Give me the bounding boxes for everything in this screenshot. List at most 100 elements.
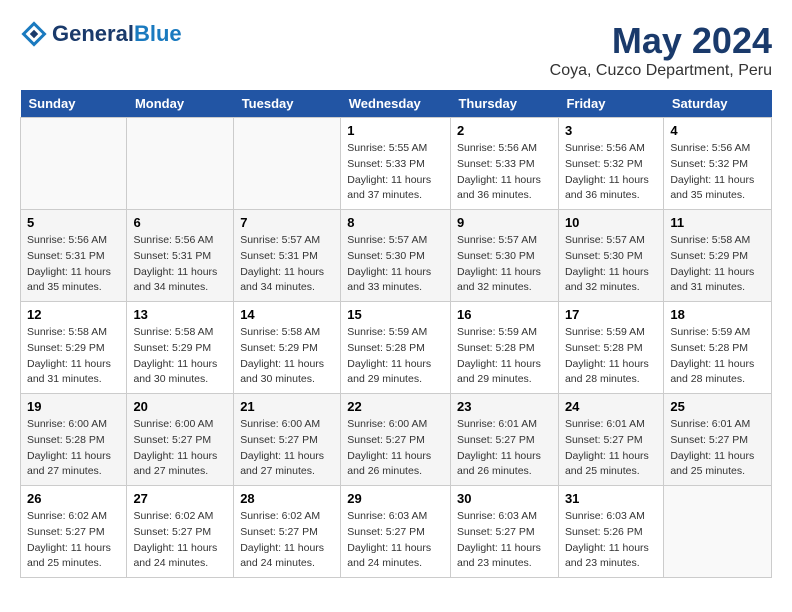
day-number: 2 xyxy=(457,123,552,138)
calendar-cell: 11Sunrise: 5:58 AMSunset: 5:29 PMDayligh… xyxy=(664,210,772,302)
calendar-cell: 24 Sunrise: 6:01 AMSunset: 5:27 PMDayligh… xyxy=(558,394,663,486)
calendar-cell: 3 Sunrise: 5:56 AMSunset: 5:32 PMDaylight… xyxy=(558,118,663,210)
calendar-cell xyxy=(234,118,341,210)
calendar-body: 1 Sunrise: 5:55 AMSunset: 5:33 PMDaylight… xyxy=(21,118,772,578)
calendar-cell xyxy=(664,486,772,578)
day-info: Sunrise: 5:56 AMSunset: 5:32 PMDaylight:… xyxy=(670,141,765,204)
day-number: 11 xyxy=(670,215,765,230)
day-info: Sunrise: 5:57 AMSunset: 5:30 PMDaylight:… xyxy=(457,233,552,296)
day-number: 24 xyxy=(565,399,657,414)
day-of-week-header: Saturday xyxy=(664,90,772,118)
calendar-cell: 20 Sunrise: 6:00 AMSunset: 5:27 PMDayligh… xyxy=(127,394,234,486)
day-info: Sunrise: 6:03 AMSunset: 5:27 PMDaylight:… xyxy=(457,509,552,572)
day-number: 20 xyxy=(133,399,227,414)
day-info: Sunrise: 5:55 AMSunset: 5:33 PMDaylight:… xyxy=(347,141,444,204)
day-number: 23 xyxy=(457,399,552,414)
day-info: Sunrise: 6:02 AMSunset: 5:27 PMDaylight:… xyxy=(133,509,227,572)
day-info: Sunrise: 5:59 AMSunset: 5:28 PMDaylight:… xyxy=(565,325,657,388)
day-info: Sunrise: 6:00 AMSunset: 5:27 PMDaylight:… xyxy=(133,417,227,480)
logo: GeneralBlue xyxy=(20,20,182,48)
calendar-cell: 12 Sunrise: 5:58 AMSunset: 5:29 PMDayligh… xyxy=(21,302,127,394)
day-number: 4 xyxy=(670,123,765,138)
calendar-cell: 7 Sunrise: 5:57 AMSunset: 5:31 PMDaylight… xyxy=(234,210,341,302)
location: Coya, Cuzco Department, Peru xyxy=(550,62,772,80)
day-number: 15 xyxy=(347,307,444,322)
calendar-cell: 2Sunrise: 5:56 AMSunset: 5:33 PMDaylight… xyxy=(450,118,558,210)
calendar-week-row: 12 Sunrise: 5:58 AMSunset: 5:29 PMDayligh… xyxy=(21,302,772,394)
calendar-cell xyxy=(127,118,234,210)
day-of-week-header: Thursday xyxy=(450,90,558,118)
day-info: Sunrise: 6:01 AMSunset: 5:27 PMDaylight:… xyxy=(565,417,657,480)
page-header: GeneralBlue May 2024 Coya, Cuzco Departm… xyxy=(20,20,772,80)
day-of-week-header: Tuesday xyxy=(234,90,341,118)
day-number: 30 xyxy=(457,491,552,506)
day-info: Sunrise: 6:00 AMSunset: 5:28 PMDaylight:… xyxy=(27,417,120,480)
calendar-week-row: 5Sunrise: 5:56 AMSunset: 5:31 PMDaylight… xyxy=(21,210,772,302)
day-number: 14 xyxy=(240,307,334,322)
day-number: 6 xyxy=(133,215,227,230)
day-info: Sunrise: 5:57 AMSunset: 5:31 PMDaylight:… xyxy=(240,233,334,296)
day-number: 22 xyxy=(347,399,444,414)
day-number: 31 xyxy=(565,491,657,506)
day-number: 25 xyxy=(670,399,765,414)
calendar-header-row: SundayMondayTuesdayWednesdayThursdayFrid… xyxy=(21,90,772,118)
calendar-cell: 22 Sunrise: 6:00 AMSunset: 5:27 PMDayligh… xyxy=(341,394,451,486)
day-info: Sunrise: 6:02 AMSunset: 5:27 PMDaylight:… xyxy=(240,509,334,572)
day-info: Sunrise: 5:58 AMSunset: 5:29 PMDaylight:… xyxy=(27,325,120,388)
day-number: 12 xyxy=(27,307,120,322)
calendar-cell: 10 Sunrise: 5:57 AMSunset: 5:30 PMDayligh… xyxy=(558,210,663,302)
calendar-cell: 8 Sunrise: 5:57 AMSunset: 5:30 PMDaylight… xyxy=(341,210,451,302)
day-number: 17 xyxy=(565,307,657,322)
calendar-cell: 14 Sunrise: 5:58 AMSunset: 5:29 PMDayligh… xyxy=(234,302,341,394)
title-block: May 2024 Coya, Cuzco Department, Peru xyxy=(550,20,772,80)
day-number: 8 xyxy=(347,215,444,230)
day-number: 29 xyxy=(347,491,444,506)
day-number: 26 xyxy=(27,491,120,506)
calendar-week-row: 1 Sunrise: 5:55 AMSunset: 5:33 PMDaylight… xyxy=(21,118,772,210)
calendar-cell: 13Sunrise: 5:58 AMSunset: 5:29 PMDayligh… xyxy=(127,302,234,394)
day-info: Sunrise: 6:01 AMSunset: 5:27 PMDaylight:… xyxy=(670,417,765,480)
day-number: 1 xyxy=(347,123,444,138)
day-number: 3 xyxy=(565,123,657,138)
day-number: 5 xyxy=(27,215,120,230)
day-number: 21 xyxy=(240,399,334,414)
day-of-week-header: Friday xyxy=(558,90,663,118)
calendar-cell: 5Sunrise: 5:56 AMSunset: 5:31 PMDaylight… xyxy=(21,210,127,302)
day-number: 18 xyxy=(670,307,765,322)
day-number: 27 xyxy=(133,491,227,506)
day-number: 7 xyxy=(240,215,334,230)
calendar-cell: 17 Sunrise: 5:59 AMSunset: 5:28 PMDayligh… xyxy=(558,302,663,394)
day-info: Sunrise: 6:01 AMSunset: 5:27 PMDaylight:… xyxy=(457,417,552,480)
calendar-cell: 4 Sunrise: 5:56 AMSunset: 5:32 PMDaylight… xyxy=(664,118,772,210)
calendar-week-row: 26 Sunrise: 6:02 AMSunset: 5:27 PMDayligh… xyxy=(21,486,772,578)
day-number: 28 xyxy=(240,491,334,506)
calendar-table: SundayMondayTuesdayWednesdayThursdayFrid… xyxy=(20,90,772,578)
day-info: Sunrise: 5:57 AMSunset: 5:30 PMDaylight:… xyxy=(347,233,444,296)
calendar-cell: 16Sunrise: 5:59 AMSunset: 5:28 PMDayligh… xyxy=(450,302,558,394)
day-number: 19 xyxy=(27,399,120,414)
calendar-cell: 27 Sunrise: 6:02 AMSunset: 5:27 PMDayligh… xyxy=(127,486,234,578)
day-number: 10 xyxy=(565,215,657,230)
day-number: 9 xyxy=(457,215,552,230)
calendar-cell: 15Sunrise: 5:59 AMSunset: 5:28 PMDayligh… xyxy=(341,302,451,394)
logo-text: GeneralBlue xyxy=(52,22,182,46)
day-of-week-header: Monday xyxy=(127,90,234,118)
day-info: Sunrise: 6:00 AMSunset: 5:27 PMDaylight:… xyxy=(240,417,334,480)
day-info: Sunrise: 5:57 AMSunset: 5:30 PMDaylight:… xyxy=(565,233,657,296)
calendar-cell: 31Sunrise: 6:03 AMSunset: 5:26 PMDayligh… xyxy=(558,486,663,578)
calendar-cell: 26Sunrise: 6:02 AMSunset: 5:27 PMDayligh… xyxy=(21,486,127,578)
logo-icon xyxy=(20,20,48,48)
day-info: Sunrise: 5:58 AMSunset: 5:29 PMDaylight:… xyxy=(133,325,227,388)
calendar-week-row: 19 Sunrise: 6:00 AMSunset: 5:28 PMDayligh… xyxy=(21,394,772,486)
day-info: Sunrise: 6:00 AMSunset: 5:27 PMDaylight:… xyxy=(347,417,444,480)
day-info: Sunrise: 5:58 AMSunset: 5:29 PMDaylight:… xyxy=(240,325,334,388)
calendar-cell: 9 Sunrise: 5:57 AMSunset: 5:30 PMDaylight… xyxy=(450,210,558,302)
calendar-cell: 28 Sunrise: 6:02 AMSunset: 5:27 PMDayligh… xyxy=(234,486,341,578)
calendar-cell: 25 Sunrise: 6:01 AMSunset: 5:27 PMDayligh… xyxy=(664,394,772,486)
day-info: Sunrise: 5:59 AMSunset: 5:28 PMDaylight:… xyxy=(670,325,765,388)
day-info: Sunrise: 5:56 AMSunset: 5:32 PMDaylight:… xyxy=(565,141,657,204)
calendar-cell: 30 Sunrise: 6:03 AMSunset: 5:27 PMDayligh… xyxy=(450,486,558,578)
calendar-cell: 23 Sunrise: 6:01 AMSunset: 5:27 PMDayligh… xyxy=(450,394,558,486)
month-title: May 2024 xyxy=(550,20,772,62)
calendar-cell: 6Sunrise: 5:56 AMSunset: 5:31 PMDaylight… xyxy=(127,210,234,302)
